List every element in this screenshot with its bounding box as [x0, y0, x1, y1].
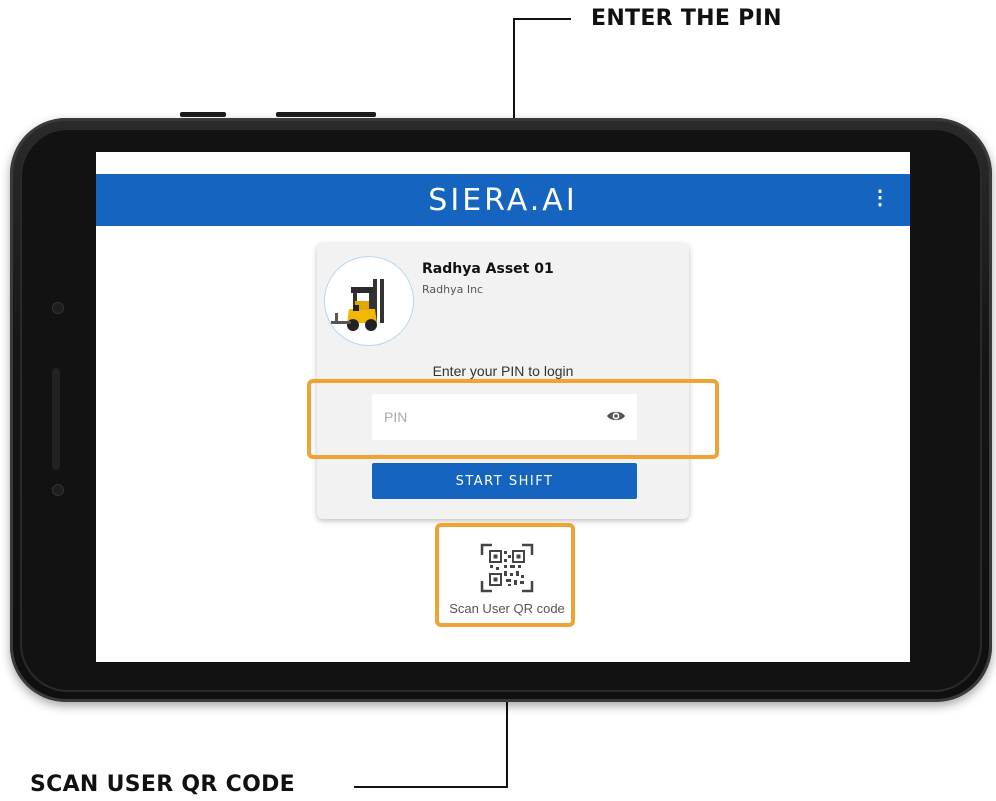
- callout-enter-pin: ENTER THE PIN: [591, 6, 782, 31]
- asset-avatar: [324, 256, 414, 346]
- qr-highlight-box: [435, 523, 575, 627]
- start-shift-button[interactable]: START SHIFT: [372, 463, 637, 499]
- power-button: [276, 112, 376, 117]
- camera-dot: [52, 484, 64, 496]
- callout-line-pin-horizontal: [513, 18, 571, 20]
- asset-name: Radhya Asset 01: [422, 261, 554, 277]
- pin-highlight-box: [307, 379, 719, 459]
- volume-button: [180, 112, 226, 117]
- side-slot: [52, 368, 60, 470]
- app-bar: SIERA.AI ⋮: [96, 174, 910, 226]
- brand-logo: SIERA.AI: [428, 182, 578, 218]
- asset-organization: Radhya Inc: [422, 283, 484, 296]
- sensor-dot: [52, 302, 64, 314]
- forklift-icon: [331, 279, 384, 331]
- pin-prompt: Enter your PIN to login: [432, 363, 574, 379]
- callout-line-qr-horizontal: [354, 786, 508, 788]
- more-vert-icon[interactable]: ⋮: [870, 188, 890, 208]
- callout-scan-qr: SCAN USER QR CODE: [30, 772, 295, 797]
